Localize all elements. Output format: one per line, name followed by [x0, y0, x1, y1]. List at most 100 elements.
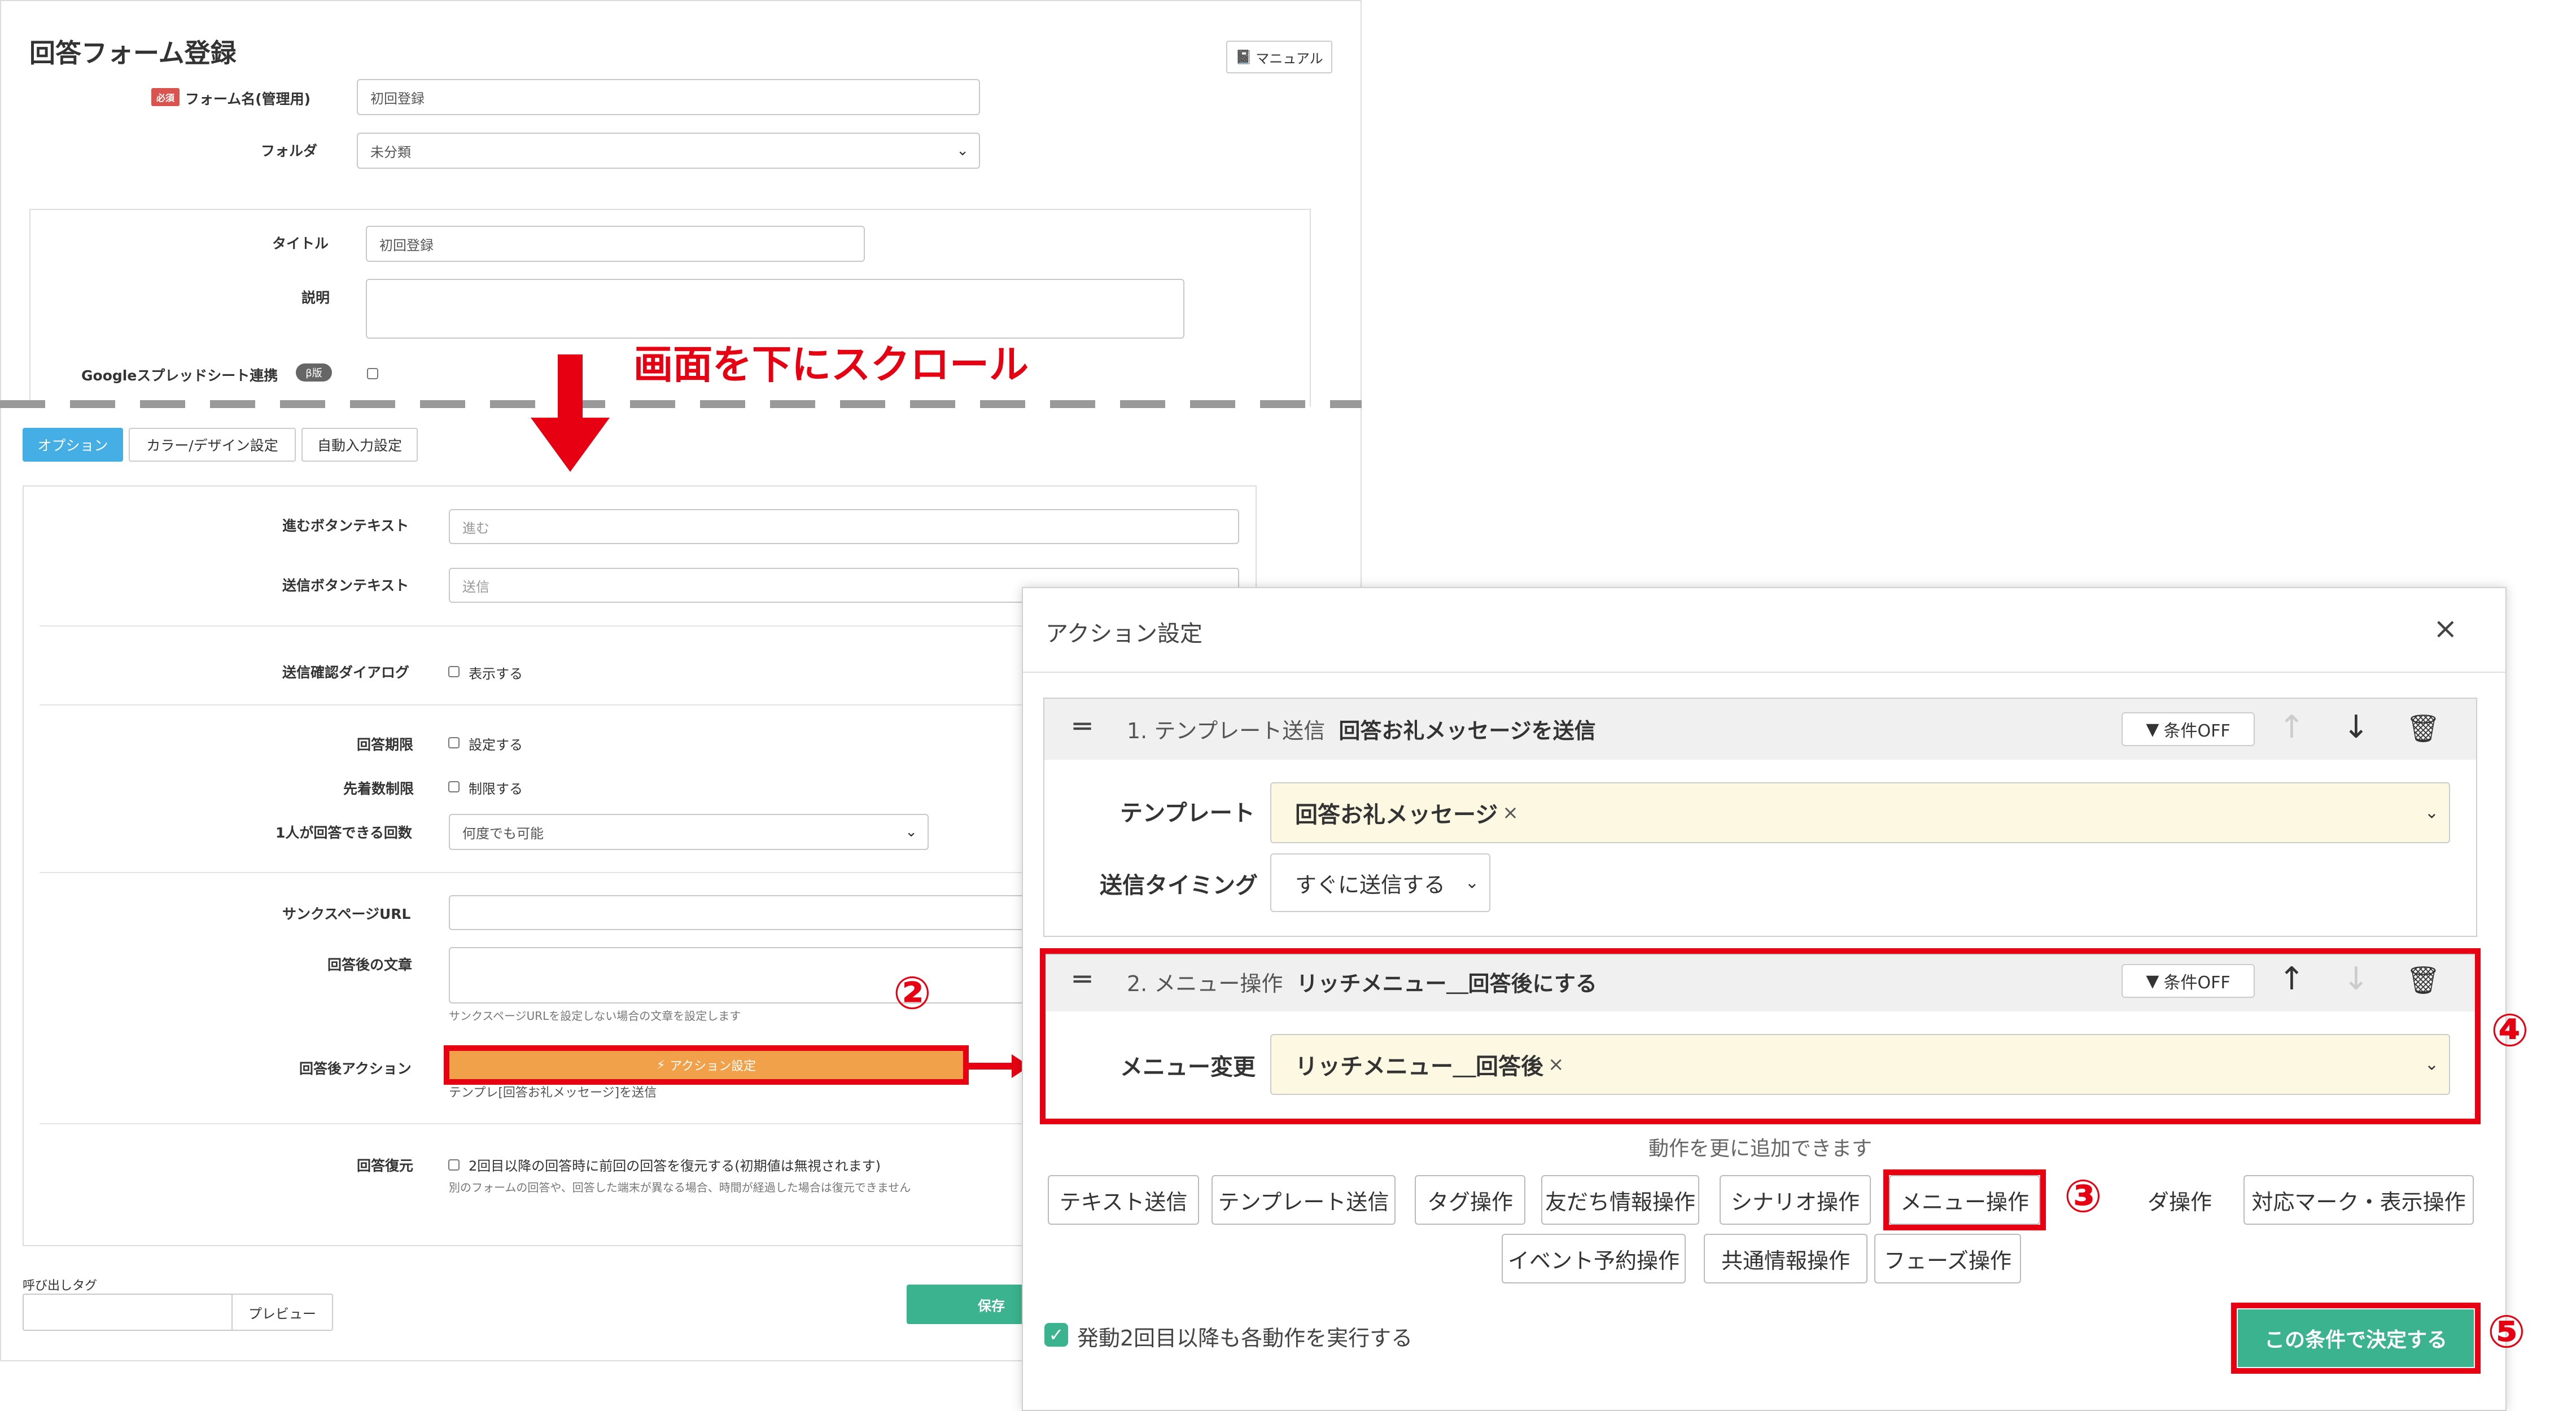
step-4-marker: ④	[2491, 1004, 2529, 1057]
filter-icon: ▼	[2146, 971, 2159, 991]
add-mark-display-button[interactable]: 対応マーク・表示操作	[2243, 1175, 2474, 1225]
trash-icon[interactable]: 🗑	[2406, 964, 2441, 996]
action-settings-button[interactable]: ⚡ アクション設定	[449, 1051, 963, 1079]
google-sheets-checkbox[interactable]	[367, 368, 378, 379]
submit-button-label: 送信ボタンテキスト	[282, 577, 409, 594]
manual-button[interactable]: 📓 マニュアル	[1226, 41, 1332, 73]
menu-change-label: メニュー変更	[1120, 1054, 1256, 1080]
tab-options[interactable]: オプション	[23, 428, 123, 462]
template-label: テンプレート	[1120, 800, 1255, 826]
modal-header-divider	[1023, 672, 2505, 673]
drag-handle-icon[interactable]: ═	[1074, 710, 1091, 743]
menu-change-select[interactable]: リッチメニュー＿回答後 × ⌄	[1270, 1034, 2450, 1095]
deadline-label: 回答期限	[357, 737, 414, 753]
per-person-select[interactable]: 何度でも可能 ⌄	[449, 814, 929, 850]
menu-op-highlight	[1883, 1169, 2046, 1230]
chevron-down-icon: ⌄	[2424, 1054, 2439, 1075]
filter-icon: ▼	[2146, 719, 2159, 739]
tab-autofill[interactable]: 自動入力設定	[301, 428, 418, 462]
description-textarea[interactable]	[366, 279, 1184, 339]
action-item-2-title: 2. メニュー操作 リッチメニュー＿回答後にする	[1127, 971, 1597, 996]
add-phase-op-button[interactable]: フェーズ操作	[1874, 1234, 2021, 1283]
after-text-label: 回答後の文章	[327, 957, 413, 973]
scroll-note: 画面を下にスクロール	[633, 341, 1029, 388]
add-friend-info-button[interactable]: 友だち情報操作	[1541, 1175, 1699, 1225]
scroll-separator	[0, 400, 1362, 408]
form-name-label: フォーム名(管理用)	[185, 91, 311, 107]
folder-label: フォルダ	[261, 143, 318, 159]
condition-off-button[interactable]: ▼ 条件OFF	[2122, 712, 2255, 746]
send-timing-select[interactable]: すぐに送信する ⌄	[1270, 853, 1490, 912]
thanks-url-input[interactable]	[449, 895, 1036, 930]
deadline-text: 設定する	[469, 737, 523, 753]
restore-text: 2回目以降の回答時に前回の回答を復元する(初期値は無視されます)	[469, 1158, 881, 1174]
template-select[interactable]: 回答お礼メッセージ × ⌄	[1270, 782, 2450, 843]
preview-button[interactable]: プレビュー	[231, 1294, 333, 1331]
call-tag-label: 呼び出しタグ	[23, 1279, 98, 1293]
remove-icon[interactable]: ×	[1548, 1053, 1564, 1076]
add-template-send-button[interactable]: テンプレート送信	[1212, 1175, 1396, 1225]
divider	[40, 1123, 1027, 1124]
google-sheets-label: Googleスプレッドシート連携	[81, 367, 278, 384]
drag-handle-icon[interactable]: ═	[1074, 963, 1091, 996]
after-action-label: 回答後アクション	[299, 1061, 412, 1077]
chevron-down-icon: ⌄	[905, 823, 917, 840]
next-button-label: 進むボタンテキスト	[282, 518, 409, 534]
book-icon: 📓	[1235, 49, 1253, 65]
arrow-up-icon[interactable]: ↑	[2278, 961, 2305, 997]
condition-off-button[interactable]: ▼ 条件OFF	[2122, 964, 2255, 998]
chevron-down-icon: ⌄	[2424, 803, 2439, 823]
add-event-reserve-button[interactable]: イベント予約操作	[1502, 1234, 1686, 1283]
arrow-down-icon[interactable]: ↓	[2343, 709, 2369, 746]
chevron-down-icon: ⌄	[1464, 873, 1479, 893]
confirm-button[interactable]: この条件で決定する	[2238, 1309, 2474, 1367]
tab-color-design[interactable]: カラー/デザイン設定	[129, 428, 296, 462]
add-shared-info-button[interactable]: 共通情報操作	[1704, 1234, 1868, 1283]
required-badge: 必須	[151, 88, 180, 106]
first-come-text: 制限する	[469, 781, 523, 797]
deadline-checkbox[interactable]	[448, 737, 460, 748]
step-3-marker: ③	[2064, 1170, 2102, 1222]
close-icon[interactable]: ×	[2433, 612, 2458, 646]
add-scenario-op-button[interactable]: シナリオ操作	[1720, 1175, 1871, 1225]
after-text-textarea[interactable]	[449, 947, 1036, 1004]
arrow-up-icon: ↑	[2278, 709, 2305, 746]
trash-icon[interactable]: 🗑	[2406, 712, 2441, 744]
action-note: テンプレ[回答お礼メッセージ]を送信	[449, 1086, 657, 1100]
folder-select[interactable]: 未分類 ⌄	[357, 133, 980, 169]
title-input[interactable]: 初回登録	[366, 226, 865, 262]
beta-badge: β版	[296, 363, 332, 382]
page-title: 回答フォーム登録	[29, 38, 237, 68]
add-tag-op-button[interactable]: タグ操作	[1415, 1175, 1525, 1225]
per-person-label: 1人が回答できる回数	[275, 825, 412, 841]
action-item-1-title: 1. テンプレート送信 回答お礼メッセージを送信	[1127, 718, 1596, 743]
first-come-label: 先着数制限	[343, 781, 414, 797]
send-timing-label: 送信タイミング	[1100, 873, 1258, 899]
thanks-url-label: サンクスページURL	[282, 906, 411, 922]
confirm-dialog-text: 表示する	[469, 666, 523, 682]
restore-hint: 別のフォームの回答や、回答した端末が異なる場合、時間が経過した場合は復元できませ…	[449, 1181, 911, 1194]
repeat-checkbox[interactable]: ✓	[1044, 1323, 1068, 1347]
add-text-send-button[interactable]: テキスト送信	[1048, 1175, 1199, 1225]
step-2-marker: ②	[893, 967, 931, 1019]
chevron-down-icon: ⌄	[956, 142, 969, 159]
next-button-input[interactable]: 進む	[449, 509, 1239, 544]
step-5-marker: ⑤	[2487, 1305, 2526, 1358]
after-text-hint: サンクスページURLを設定しない場合の文章を設定します	[449, 1009, 741, 1023]
add-more-text: 動作を更に追加できます	[1648, 1137, 1873, 1160]
repeat-text: 発動2回目以降も各動作を実行する	[1077, 1326, 1413, 1351]
restore-label: 回答復元	[357, 1158, 414, 1174]
confirm-dialog-checkbox[interactable]	[448, 666, 460, 677]
arrow-down-icon: ↓	[2343, 961, 2369, 997]
call-tag-input[interactable]	[23, 1294, 233, 1331]
remove-icon[interactable]: ×	[1502, 801, 1519, 824]
title-label: タイトル	[272, 235, 329, 252]
arrow-down-icon	[531, 354, 610, 472]
form-name-input[interactable]: 初回登録	[357, 79, 980, 115]
check-icon: ✓	[1048, 1324, 1064, 1346]
description-label: 説明	[301, 290, 330, 306]
restore-checkbox[interactable]	[448, 1159, 460, 1171]
first-come-checkbox[interactable]	[448, 781, 460, 792]
confirm-dialog-label: 送信確認ダイアログ	[282, 664, 410, 681]
add-partial-op-button[interactable]: ダ操作	[2144, 1175, 2228, 1225]
